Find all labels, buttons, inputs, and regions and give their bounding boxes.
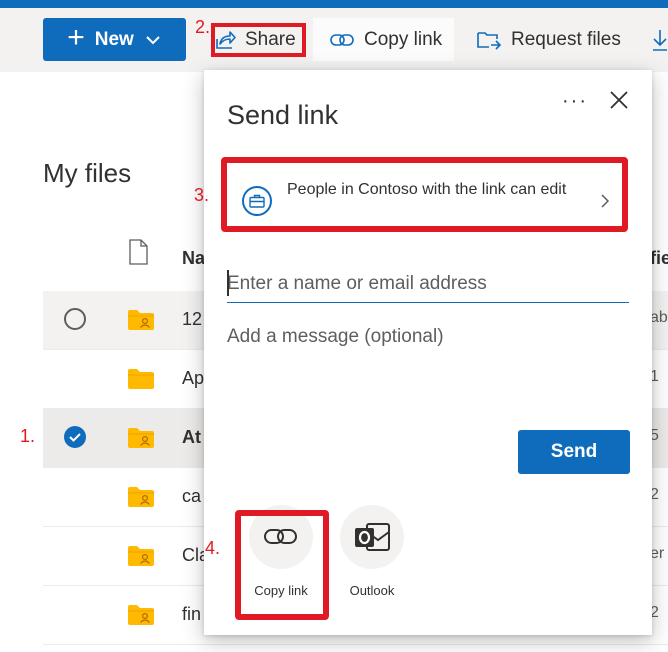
new-button[interactable]: + New: [43, 18, 186, 61]
file-modified: er: [650, 545, 665, 562]
onedrive-screen: + New Share Copy link Request files My f…: [0, 0, 668, 652]
file-name[interactable]: At: [182, 427, 201, 448]
file-name[interactable]: ca: [182, 486, 201, 507]
file-name[interactable]: fin: [182, 604, 201, 625]
top-suite-bar: [0, 0, 668, 8]
name-column-header[interactable]: Na: [182, 248, 205, 269]
row-select-radio[interactable]: [64, 308, 86, 330]
outlook-tile[interactable]: Outlook: [332, 503, 412, 603]
copy-link-highlight-box: [235, 510, 329, 620]
more-options-icon[interactable]: ···: [562, 90, 588, 113]
dialog-title: Send link: [227, 100, 339, 130]
shared-folder-icon: [127, 309, 155, 336]
outlook-tile-circle: [340, 505, 404, 569]
request-files-label: Request files: [511, 28, 621, 50]
email-input[interactable]: [227, 266, 629, 303]
shared-folder-icon: [127, 545, 155, 572]
shared-folder-icon: [127, 427, 155, 454]
file-type-icon[interactable]: [128, 239, 148, 265]
copy-link-button[interactable]: Copy link: [313, 18, 455, 61]
modified-column-header[interactable]: fie: [650, 248, 668, 269]
request-files-icon: [477, 31, 502, 50]
close-icon[interactable]: [609, 90, 629, 110]
step-4-label: 4.: [205, 538, 221, 558]
new-button-label: New: [94, 28, 134, 50]
chevron-down-icon: [146, 35, 160, 44]
command-bar: + New Share Copy link Request files: [0, 8, 668, 72]
download-icon: [653, 29, 667, 51]
link-icon: [330, 33, 354, 46]
request-files-button[interactable]: Request files: [476, 18, 621, 61]
outlook-icon: [355, 523, 390, 551]
file-name[interactable]: 12: [182, 309, 202, 330]
outlook-tile-label: Outlook: [349, 583, 395, 598]
download-button[interactable]: [652, 18, 668, 61]
page-title: My files: [43, 158, 132, 188]
shared-folder-icon: [127, 604, 155, 631]
plus-icon: +: [67, 21, 85, 54]
shared-folder-icon: [127, 486, 155, 513]
folder-icon: [127, 368, 155, 395]
step-1-label: 1.: [20, 426, 36, 446]
copy-link-label: Copy link: [364, 28, 443, 50]
step-3-label: 3.: [194, 185, 210, 205]
message-input[interactable]: [227, 326, 629, 406]
file-modified: abe: [650, 309, 668, 326]
step-2-label: 2.: [195, 17, 211, 37]
send-button[interactable]: Send: [518, 430, 630, 474]
checkmark-icon[interactable]: [64, 426, 86, 448]
share-highlight-box: [211, 23, 306, 57]
link-settings-highlight-box: [221, 157, 628, 232]
text-caret: [227, 270, 229, 296]
file-name[interactable]: Ap: [182, 368, 204, 389]
